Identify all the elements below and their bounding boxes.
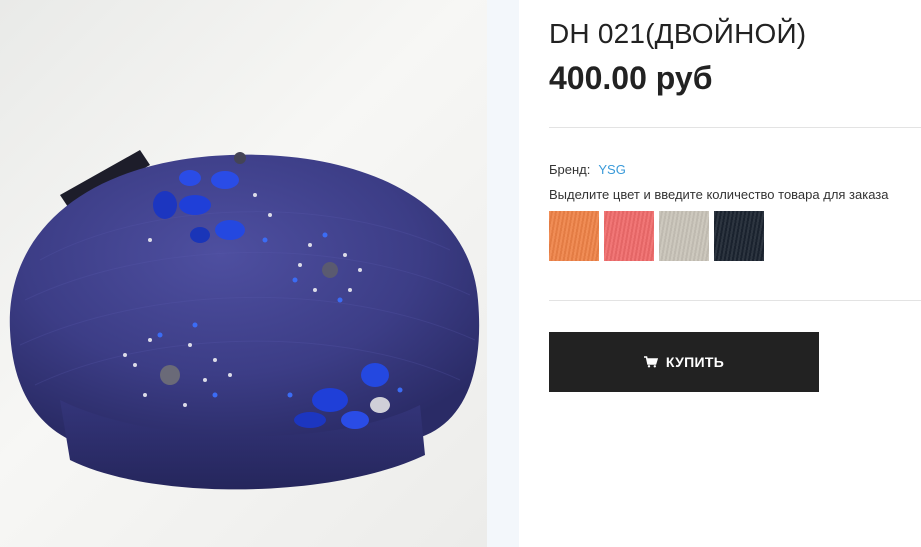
color-swatch-coral[interactable] [604,211,654,261]
product-price: 400.00 руб [549,60,713,96]
product-info-panel: DH 021(ДВОЙНОЙ) 400.00 руб Бренд: YSG Выд… [549,0,921,547]
color-swatch-navy[interactable] [714,211,764,261]
divider [549,127,921,128]
brand-label: Бренд: [549,162,591,177]
color-swatches [549,211,764,261]
brand-link[interactable]: YSG [598,162,625,177]
color-swatch-beige[interactable] [659,211,709,261]
product-title: DH 021(ДВОЙНОЙ) [549,18,807,49]
image-gap-strip [487,0,519,547]
buy-button-label: КУПИТЬ [665,354,725,370]
color-instruction: Выделите цвет и введите количество товар… [549,187,889,202]
product-image[interactable] [0,0,487,547]
beret-illustration [9,150,480,490]
color-swatch-orange[interactable] [549,211,599,261]
cart-icon [643,356,658,368]
brand-row: Бренд: YSG [549,162,626,177]
divider [549,300,921,301]
buy-button[interactable]: КУПИТЬ [549,332,819,392]
